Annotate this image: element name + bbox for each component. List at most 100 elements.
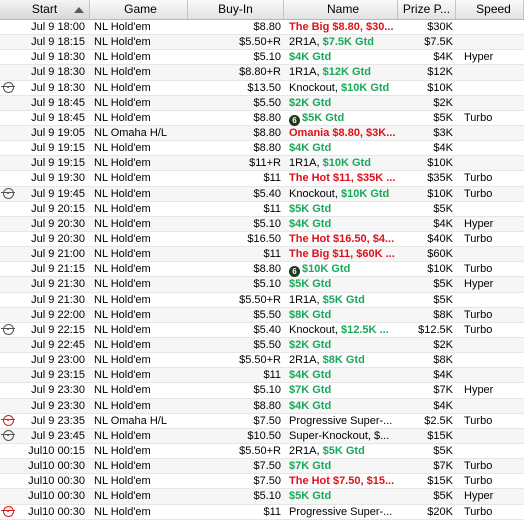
tournament-row[interactable]: Jul 9 18:30 NL Hold'em $5.10 $4K Gtd $4K Hype… xyxy=(0,50,524,66)
speed-cell xyxy=(456,126,524,141)
tournament-row[interactable]: Jul 9 21:15 NL Hold'em $8.80 6 $10K Gtd $10K T… xyxy=(0,262,524,278)
tournament-row[interactable]: Jul10 00:15 NL Hold'em $5.50+R 2R1A, $5K Gt… xyxy=(0,444,524,460)
tournament-name: $2K Gtd xyxy=(289,338,332,351)
speed-cell xyxy=(456,81,524,96)
name-cell: $5K Gtd xyxy=(284,489,398,504)
prize-cell: $2K xyxy=(433,96,453,109)
speed-cell xyxy=(456,429,524,444)
column-buyin-label: Buy-In xyxy=(218,2,253,16)
tournament-name-prefix: 2R1A, xyxy=(289,36,323,49)
game-cell: NL Hold'em xyxy=(94,490,151,503)
speed-cell: Hyper xyxy=(464,278,494,291)
tournament-row[interactable]: Jul 9 21:30 NL Hold'em $5.50+R 1R1A, $5K Gt… xyxy=(0,293,524,308)
start-cell: Jul 9 18:30 xyxy=(0,65,90,80)
speed-cell: Turbo xyxy=(464,475,493,488)
game-cell: NL Hold'em xyxy=(94,263,151,276)
tournament-row[interactable]: Jul 9 22:00 NL Hold'em $5.50 $8K Gtd $8K Turb… xyxy=(0,307,524,323)
game-cell: NL Hold'em xyxy=(94,202,151,215)
tournament-row[interactable]: Jul10 00:30 NL Hold'em $11 Progressive Supe… xyxy=(0,505,524,520)
tournament-row[interactable]: Jul 9 21:30 NL Hold'em $5.10 $5K Gtd $5K Hype… xyxy=(0,277,524,293)
game-cell: NL Hold'em xyxy=(94,384,151,397)
tournament-row[interactable]: Jul 9 23:45 NL Hold'em $10.50 Super-Knockou… xyxy=(0,428,524,444)
prize-cell: $5K xyxy=(433,111,453,124)
tournament-row[interactable]: Jul 9 23:30 NL Hold'em $5.10 $7K Gtd $7K Hype… xyxy=(0,383,524,399)
game-cell: NL Hold'em xyxy=(94,142,151,155)
tournament-row[interactable]: Jul 9 18:45 NL Hold'em $8.80 6 $5K Gtd $5K Tur… xyxy=(0,111,524,126)
buyin-cell: $8.80 xyxy=(253,399,281,412)
start-time: Jul 9 20:15 xyxy=(31,202,85,215)
tournament-name: The Big $8.80, $30... xyxy=(289,21,394,33)
tournament-row[interactable]: Jul10 00:30 NL Hold'em $7.50 The Hot $7.50,… xyxy=(0,474,524,490)
start-cell: Jul 9 22:00 xyxy=(0,308,90,323)
start-time: Jul10 00:30 xyxy=(28,505,85,518)
tournament-row[interactable]: Jul 9 20:30 NL Hold'em $16.50 The Hot $16.5… xyxy=(0,232,524,248)
tournament-row[interactable]: Jul 9 19:15 NL Hold'em $8.80 $4K Gtd $4K xyxy=(0,141,524,157)
column-buyin[interactable]: Buy-In xyxy=(188,0,284,19)
tournament-name-prefix: 2R1A, xyxy=(289,354,323,367)
column-start[interactable]: Start xyxy=(0,0,90,19)
tournament-row[interactable]: Jul 9 19:05 NL Omaha H/L $8.80 Omania $8.80… xyxy=(0,125,524,142)
tournament-row[interactable]: Jul 9 19:30 NL Hold'em $11 The Hot $11, $35… xyxy=(0,171,524,187)
name-cell: $4K Gtd xyxy=(284,368,398,383)
tournament-row[interactable]: Jul 9 22:15 NL Hold'em $5.40 Knockout, $12.… xyxy=(0,323,524,338)
prize-cell: $4K xyxy=(433,399,453,412)
start-time: Jul 9 18:45 xyxy=(31,96,85,109)
tournament-row[interactable]: Jul 9 18:45 NL Hold'em $5.50 $2K Gtd $2K xyxy=(0,95,524,111)
tournament-row[interactable]: Jul10 00:30 NL Hold'em $5.10 $5K Gtd $5K Hype… xyxy=(0,489,524,505)
speed-cell xyxy=(456,293,524,308)
tournament-name: $10K Gtd xyxy=(302,263,351,276)
start-time: Jul 9 23:30 xyxy=(31,399,85,412)
prize-cell: $5K xyxy=(433,444,453,457)
speed-cell: Turbo xyxy=(464,323,493,336)
prize-cell: $10K xyxy=(427,187,453,200)
start-cell: Jul 9 19:15 xyxy=(0,156,90,171)
tournament-row[interactable]: Jul 9 18:30 NL Hold'em $13.50 Knockout, $10… xyxy=(0,81,524,96)
tournament-row[interactable]: Jul 9 21:00 NL Hold'em $11 The Big $11, $60… xyxy=(0,247,524,263)
tournament-name: $8K Gtd xyxy=(289,308,332,321)
buyin-cell: $5.10 xyxy=(253,217,281,230)
column-game-label: Game xyxy=(124,2,157,16)
prize-cell: $3K xyxy=(433,126,453,139)
start-time: Jul 9 22:45 xyxy=(31,338,85,351)
tournament-row[interactable]: Jul 9 23:00 NL Hold'em $5.50+R 2R1A, $8K Gt… xyxy=(0,353,524,369)
tournament-name: 2R1A, $5K Gtd xyxy=(289,445,365,457)
tournament-row[interactable]: Jul 9 22:45 NL Hold'em $5.50 $2K Gtd $2K xyxy=(0,337,524,354)
tournament-row[interactable]: Jul 9 23:15 NL Hold'em $11 $4K Gtd $4K xyxy=(0,368,524,384)
column-game[interactable]: Game xyxy=(90,0,188,19)
column-speed[interactable]: Speed xyxy=(456,0,524,19)
tournament-row[interactable]: Jul 9 20:30 NL Hold'em $5.10 $4K Gtd $4K Hype… xyxy=(0,216,524,232)
name-cell: The Hot $11, $35K ... xyxy=(284,171,398,186)
start-cell: Jul 9 21:30 xyxy=(0,293,90,308)
speed-cell: Hyper xyxy=(464,490,494,503)
start-cell: Jul 9 20:30 xyxy=(0,217,90,232)
tournament-name-prefix: 1R1A, xyxy=(289,293,323,306)
tournament-row[interactable]: Jul 9 19:45 NL Hold'em $5.40 Knockout, $10K… xyxy=(0,186,524,202)
column-name[interactable]: Name xyxy=(284,0,398,19)
tournament-name-guarantee: $10K Gtd xyxy=(340,81,390,94)
column-name-label: Name xyxy=(326,2,359,16)
prize-cell: $4K xyxy=(433,369,453,382)
tournament-row[interactable]: Jul 9 23:35 NL Omaha H/L $7.50 Progressive … xyxy=(0,414,524,429)
start-cell: Jul 9 21:15 xyxy=(0,262,90,277)
speed-cell xyxy=(456,247,524,262)
start-cell: Jul 9 22:45 xyxy=(0,338,90,353)
start-time: Jul 9 19:30 xyxy=(31,172,85,185)
column-prize[interactable]: Prize P... xyxy=(398,0,456,19)
tournament-row[interactable]: Jul 9 23:30 NL Hold'em $8.80 $4K Gtd $4K xyxy=(0,398,524,414)
game-cell: NL Hold'em xyxy=(94,187,151,200)
prize-cell: $7.5K xyxy=(424,36,453,49)
tournament-name: 1R1A, $12K Gtd xyxy=(289,66,371,78)
tournament-row[interactable]: Jul 9 20:15 NL Hold'em $11 $5K Gtd $5K xyxy=(0,202,524,217)
buyin-cell: $8.80 xyxy=(253,263,281,276)
tournament-row[interactable]: Jul10 00:30 NL Hold'em $7.50 $7K Gtd $7K Turb… xyxy=(0,459,524,475)
tournament-row[interactable]: Jul 9 18:15 NL Hold'em $5.50+R 2R1A, $7.5K … xyxy=(0,35,524,51)
start-time: Jul 9 19:45 xyxy=(31,187,85,200)
tournament-row[interactable]: Jul 9 18:30 NL Hold'em $8.80+R 1R1A, $12K G… xyxy=(0,65,524,81)
buyin-cell: $11+R xyxy=(249,157,281,170)
name-cell: Omania $8.80, $3K... xyxy=(284,126,398,141)
tournament-row[interactable]: Jul 9 19:15 NL Hold'em $11+R 1R1A, $10K Gtd… xyxy=(0,156,524,172)
name-cell: Progressive Super-... xyxy=(284,414,398,429)
prize-cell: $60K xyxy=(427,248,453,261)
name-cell: Knockout, $10K Gtd xyxy=(284,187,398,202)
tournament-row[interactable]: Jul 9 18:00 NL Hold'em $8.80 The Big $8.80,… xyxy=(0,20,524,36)
